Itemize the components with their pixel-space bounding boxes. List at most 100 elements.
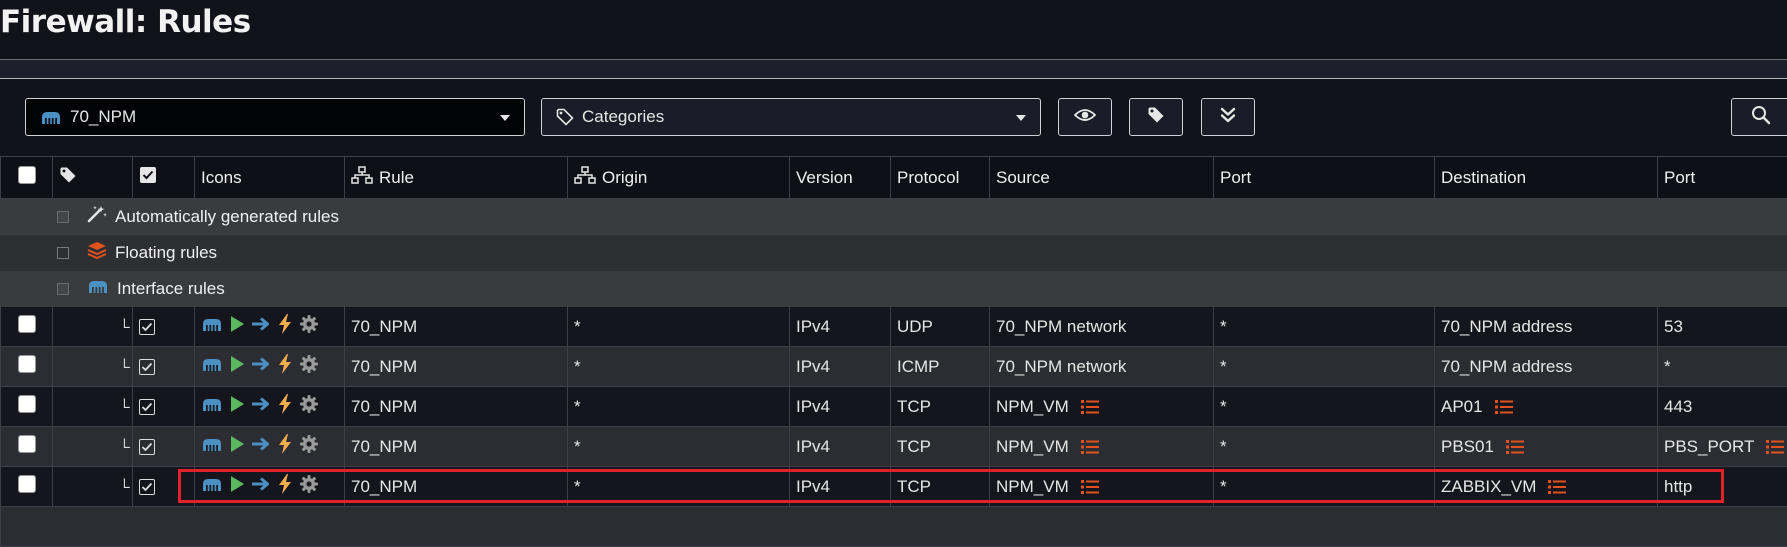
- list-icon[interactable]: [1081, 439, 1099, 455]
- play-icon: [229, 315, 245, 338]
- tag-button[interactable]: [1129, 98, 1183, 136]
- enabled-cell: [133, 347, 195, 387]
- select-all-header: [1, 157, 53, 199]
- enabled-cell: [133, 387, 195, 427]
- version-cell: IPv4: [790, 387, 891, 427]
- category-column-header: [53, 157, 133, 199]
- enabled-cell: [133, 307, 195, 347]
- chevron-down-icon: [500, 115, 510, 121]
- search-icon: [1751, 105, 1771, 130]
- origin-column-label: Origin: [602, 168, 647, 188]
- group-cell: Automatically generated rules: [1, 199, 1787, 235]
- arrow-right-icon: [251, 436, 271, 457]
- play-icon: [229, 355, 245, 378]
- source-port-cell: *: [1214, 467, 1435, 507]
- arrow-right-icon: [251, 356, 271, 377]
- gear-icon[interactable]: [299, 354, 319, 379]
- network-icon: [201, 396, 223, 417]
- source-value: NPM_VM: [996, 477, 1069, 496]
- enabled-column-header: [133, 157, 195, 199]
- enabled-checkbox-icon[interactable]: [139, 479, 155, 495]
- protocol-cell: ICMP: [891, 347, 990, 387]
- expand-toggle[interactable]: [57, 247, 69, 259]
- arrow-right-icon: [251, 396, 271, 417]
- enabled-checkbox-icon[interactable]: [139, 319, 155, 335]
- row-checkbox[interactable]: [18, 475, 36, 493]
- destination-cell: ZABBIX_VM: [1435, 467, 1658, 507]
- enabled-checkbox-icon[interactable]: [139, 439, 155, 455]
- destination-port-value: http: [1664, 477, 1692, 496]
- source-cell: NPM_VM: [990, 387, 1214, 427]
- gear-icon[interactable]: [299, 314, 319, 339]
- enabled-cell: [133, 427, 195, 467]
- bolt-icon: [277, 434, 293, 459]
- destination-column-header: Destination: [1435, 157, 1658, 199]
- tree-cell: └: [53, 307, 133, 347]
- expand-button[interactable]: [1201, 98, 1255, 136]
- tree-cell: └: [53, 467, 133, 507]
- row-checkbox[interactable]: [18, 355, 36, 373]
- double-chevron-down-icon: [1219, 106, 1237, 129]
- source-port-cell: *: [1214, 387, 1435, 427]
- show-hide-button[interactable]: [1058, 98, 1112, 136]
- icons-cell: [195, 467, 345, 507]
- icons-cell: [195, 387, 345, 427]
- source-port-column-header: Port: [1214, 157, 1435, 199]
- row-checkbox[interactable]: [18, 395, 36, 413]
- table-row[interactable]: └ 70_NPM * IPv4 TCP NPM_VM * PBS01 PBS_P…: [1, 427, 1787, 467]
- source-column-header: Source: [990, 157, 1214, 199]
- page-title: Firewall: Rules: [0, 4, 251, 40]
- icons-cell: [195, 347, 345, 387]
- toolbar: 70_NPM Categories: [0, 98, 1787, 138]
- enabled-checkbox-icon[interactable]: [139, 359, 155, 375]
- destination-value: 70_NPM address: [1441, 317, 1572, 336]
- tree-connector: └: [59, 439, 130, 456]
- group-cell: Floating rules: [1, 235, 1787, 271]
- network-icon: [87, 278, 109, 299]
- table-row[interactable]: └ 70_NPM * IPv4 UDP 70_NPM network * 70_…: [1, 307, 1787, 347]
- origin-column-header: Origin: [568, 157, 790, 199]
- destination-value: 70_NPM address: [1441, 357, 1572, 376]
- gear-icon[interactable]: [299, 394, 319, 419]
- destination-cell: PBS01: [1435, 427, 1658, 467]
- version-cell: IPv4: [790, 347, 891, 387]
- group-row-interface[interactable]: Interface rules: [1, 271, 1787, 307]
- destination-cell: 70_NPM address: [1435, 347, 1658, 387]
- eye-icon: [1074, 107, 1096, 128]
- group-toggle[interactable]: [57, 211, 69, 223]
- icons-cell: [195, 427, 345, 467]
- sitemap-icon: [574, 166, 596, 189]
- enabled-checkbox-icon[interactable]: [139, 399, 155, 415]
- list-icon[interactable]: [1081, 479, 1099, 495]
- table-row[interactable]: └ 70_NPM * IPv4 TCP NPM_VM * AP01 443: [1, 387, 1787, 427]
- network-icon: [201, 356, 223, 377]
- checkbox-icon: [139, 169, 157, 188]
- select-all-checkbox[interactable]: [18, 166, 36, 184]
- table-header-row: Icons Rule Origin Version Protocol Sourc…: [1, 157, 1787, 199]
- list-icon[interactable]: [1081, 399, 1099, 415]
- bolt-icon: [277, 314, 293, 339]
- row-checkbox[interactable]: [18, 315, 36, 333]
- subheader-band: [0, 60, 1787, 79]
- group-toggle[interactable]: [57, 283, 69, 295]
- enabled-cell: [133, 467, 195, 507]
- select-cell: [1, 347, 53, 387]
- row-checkbox[interactable]: [18, 435, 36, 453]
- list-icon[interactable]: [1548, 479, 1566, 495]
- source-cell: 70_NPM network: [990, 347, 1214, 387]
- group-row-automatic[interactable]: Automatically generated rules: [1, 199, 1787, 235]
- gear-icon[interactable]: [299, 434, 319, 459]
- group-row-floating[interactable]: Floating rules: [1, 235, 1787, 271]
- list-icon[interactable]: [1506, 439, 1524, 455]
- gear-icon[interactable]: [299, 474, 319, 499]
- list-icon[interactable]: [1766, 439, 1784, 455]
- source-cell: 70_NPM network: [990, 307, 1214, 347]
- version-column-header: Version: [790, 157, 891, 199]
- search-button[interactable]: [1731, 98, 1787, 136]
- table-row[interactable]: └ 70_NPM * IPv4 TCP NPM_VM * ZABBIX_VM h…: [1, 467, 1787, 507]
- list-icon[interactable]: [1495, 399, 1513, 415]
- source-cell: NPM_VM: [990, 467, 1214, 507]
- category-select[interactable]: Categories: [541, 98, 1041, 136]
- interface-select[interactable]: 70_NPM: [25, 98, 525, 136]
- table-row[interactable]: └ 70_NPM * IPv4 ICMP 70_NPM network * 70…: [1, 347, 1787, 387]
